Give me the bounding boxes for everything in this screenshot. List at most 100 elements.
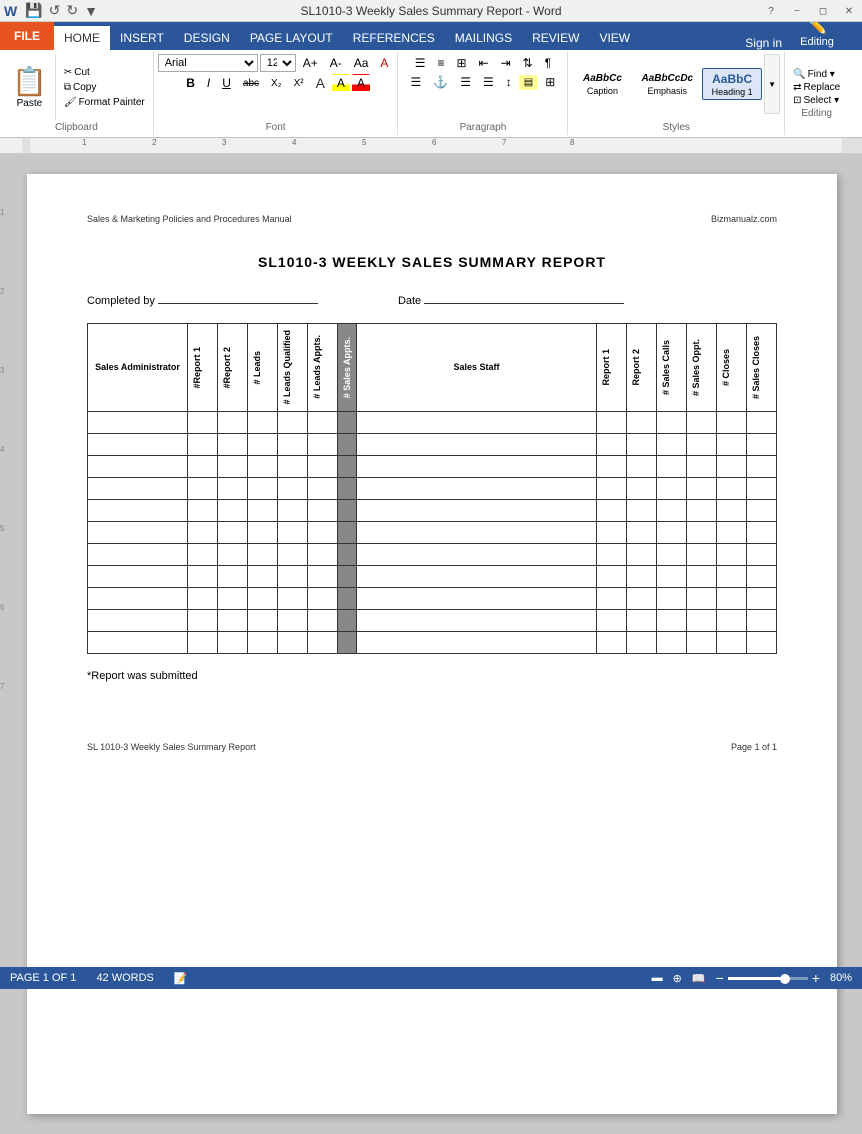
table-cell[interactable] bbox=[218, 543, 248, 565]
table-cell[interactable] bbox=[717, 587, 747, 609]
table-cell[interactable] bbox=[248, 477, 278, 499]
italic-button[interactable]: I bbox=[202, 74, 215, 92]
table-cell[interactable] bbox=[248, 609, 278, 631]
table-cell[interactable] bbox=[717, 565, 747, 587]
table-cell[interactable] bbox=[357, 543, 597, 565]
table-cell[interactable] bbox=[717, 631, 747, 653]
table-cell[interactable] bbox=[597, 477, 627, 499]
shading-button[interactable]: ▤ bbox=[519, 75, 538, 90]
table-cell[interactable] bbox=[657, 433, 687, 455]
table-row[interactable] bbox=[88, 587, 777, 609]
date-field[interactable] bbox=[424, 290, 624, 304]
table-cell[interactable] bbox=[657, 565, 687, 587]
zoom-track[interactable] bbox=[728, 977, 808, 980]
table-cell[interactable] bbox=[657, 587, 687, 609]
table-cell[interactable] bbox=[188, 455, 218, 477]
select-button[interactable]: ⊡ Select ▾ bbox=[793, 95, 840, 106]
table-cell[interactable] bbox=[357, 521, 597, 543]
table-cell[interactable] bbox=[188, 521, 218, 543]
bold-button[interactable]: B bbox=[181, 74, 200, 92]
table-cell[interactable] bbox=[278, 499, 308, 521]
table-cell[interactable] bbox=[657, 521, 687, 543]
tab-insert[interactable]: INSERT bbox=[110, 26, 174, 50]
table-cell[interactable] bbox=[308, 609, 338, 631]
table-cell[interactable] bbox=[357, 565, 597, 587]
line-spacing-button[interactable]: ↕ bbox=[501, 73, 517, 91]
table-cell[interactable] bbox=[627, 565, 657, 587]
table-cell[interactable] bbox=[188, 477, 218, 499]
font-size-select[interactable]: 12 bbox=[260, 54, 296, 72]
zoom-in-button[interactable]: + bbox=[812, 970, 820, 986]
close-icon[interactable]: ✕ bbox=[836, 0, 862, 22]
table-cell[interactable] bbox=[278, 455, 308, 477]
superscript-button[interactable]: X² bbox=[289, 76, 309, 91]
table-cell[interactable] bbox=[687, 411, 717, 433]
style-caption-button[interactable]: AaBbCc Caption bbox=[572, 69, 632, 99]
change-case-button[interactable]: Aa bbox=[349, 54, 374, 72]
table-cell[interactable] bbox=[248, 521, 278, 543]
bullets-button[interactable]: ☰ bbox=[410, 54, 431, 72]
table-cell[interactable] bbox=[248, 455, 278, 477]
table-row[interactable] bbox=[88, 433, 777, 455]
font-grow-button[interactable]: A+ bbox=[298, 54, 323, 72]
table-cell[interactable] bbox=[627, 477, 657, 499]
table-cell[interactable] bbox=[278, 631, 308, 653]
table-cell[interactable] bbox=[218, 631, 248, 653]
tab-home[interactable]: HOME bbox=[54, 26, 110, 50]
undo-icon[interactable]: ↺ bbox=[47, 2, 63, 19]
table-cell[interactable] bbox=[747, 455, 777, 477]
table-cell[interactable] bbox=[357, 631, 597, 653]
table-cell[interactable] bbox=[357, 609, 597, 631]
table-cell[interactable] bbox=[597, 609, 627, 631]
table-row[interactable] bbox=[88, 411, 777, 433]
table-row[interactable] bbox=[88, 631, 777, 653]
table-cell[interactable] bbox=[248, 565, 278, 587]
proofing-icon[interactable]: 📝 bbox=[174, 972, 188, 985]
tab-review[interactable]: REVIEW bbox=[522, 26, 589, 50]
underline-button[interactable]: U bbox=[217, 74, 236, 92]
table-cell[interactable] bbox=[88, 543, 188, 565]
table-cell[interactable] bbox=[308, 455, 338, 477]
table-cell[interactable] bbox=[338, 477, 357, 499]
tab-references[interactable]: REFERENCES bbox=[343, 26, 445, 50]
table-cell[interactable] bbox=[308, 521, 338, 543]
table-cell[interactable] bbox=[627, 521, 657, 543]
table-cell[interactable] bbox=[338, 565, 357, 587]
table-cell[interactable] bbox=[218, 587, 248, 609]
table-cell[interactable] bbox=[338, 631, 357, 653]
clear-formatting-button[interactable]: A bbox=[375, 54, 393, 72]
table-cell[interactable] bbox=[747, 631, 777, 653]
table-cell[interactable] bbox=[248, 631, 278, 653]
table-cell[interactable] bbox=[248, 587, 278, 609]
table-cell[interactable] bbox=[308, 543, 338, 565]
table-cell[interactable] bbox=[188, 631, 218, 653]
redo-icon[interactable]: ↻ bbox=[64, 2, 80, 19]
table-cell[interactable] bbox=[717, 411, 747, 433]
table-cell[interactable] bbox=[717, 521, 747, 543]
table-cell[interactable] bbox=[218, 433, 248, 455]
table-cell[interactable] bbox=[338, 609, 357, 631]
table-cell[interactable] bbox=[338, 521, 357, 543]
table-cell[interactable] bbox=[218, 565, 248, 587]
table-cell[interactable] bbox=[248, 411, 278, 433]
table-cell[interactable] bbox=[747, 499, 777, 521]
help-icon[interactable]: ? bbox=[758, 0, 784, 22]
increase-indent-button[interactable]: ⇥ bbox=[496, 54, 516, 72]
table-cell[interactable] bbox=[747, 609, 777, 631]
table-cell[interactable] bbox=[597, 543, 627, 565]
decrease-indent-button[interactable]: ⇤ bbox=[474, 54, 494, 72]
table-cell[interactable] bbox=[657, 499, 687, 521]
table-cell[interactable] bbox=[218, 477, 248, 499]
table-cell[interactable] bbox=[597, 433, 627, 455]
table-cell[interactable] bbox=[338, 587, 357, 609]
text-effects-button[interactable]: A bbox=[311, 73, 330, 93]
table-cell[interactable] bbox=[188, 609, 218, 631]
table-cell[interactable] bbox=[747, 433, 777, 455]
table-cell[interactable] bbox=[357, 477, 597, 499]
sign-in-button[interactable]: Sign in bbox=[735, 36, 792, 50]
save-icon[interactable]: 💾 bbox=[23, 2, 44, 19]
table-cell[interactable] bbox=[338, 499, 357, 521]
borders-button[interactable]: ⊞ bbox=[540, 73, 560, 91]
read-mode-icon[interactable]: 📖 bbox=[692, 972, 706, 985]
table-cell[interactable] bbox=[88, 565, 188, 587]
